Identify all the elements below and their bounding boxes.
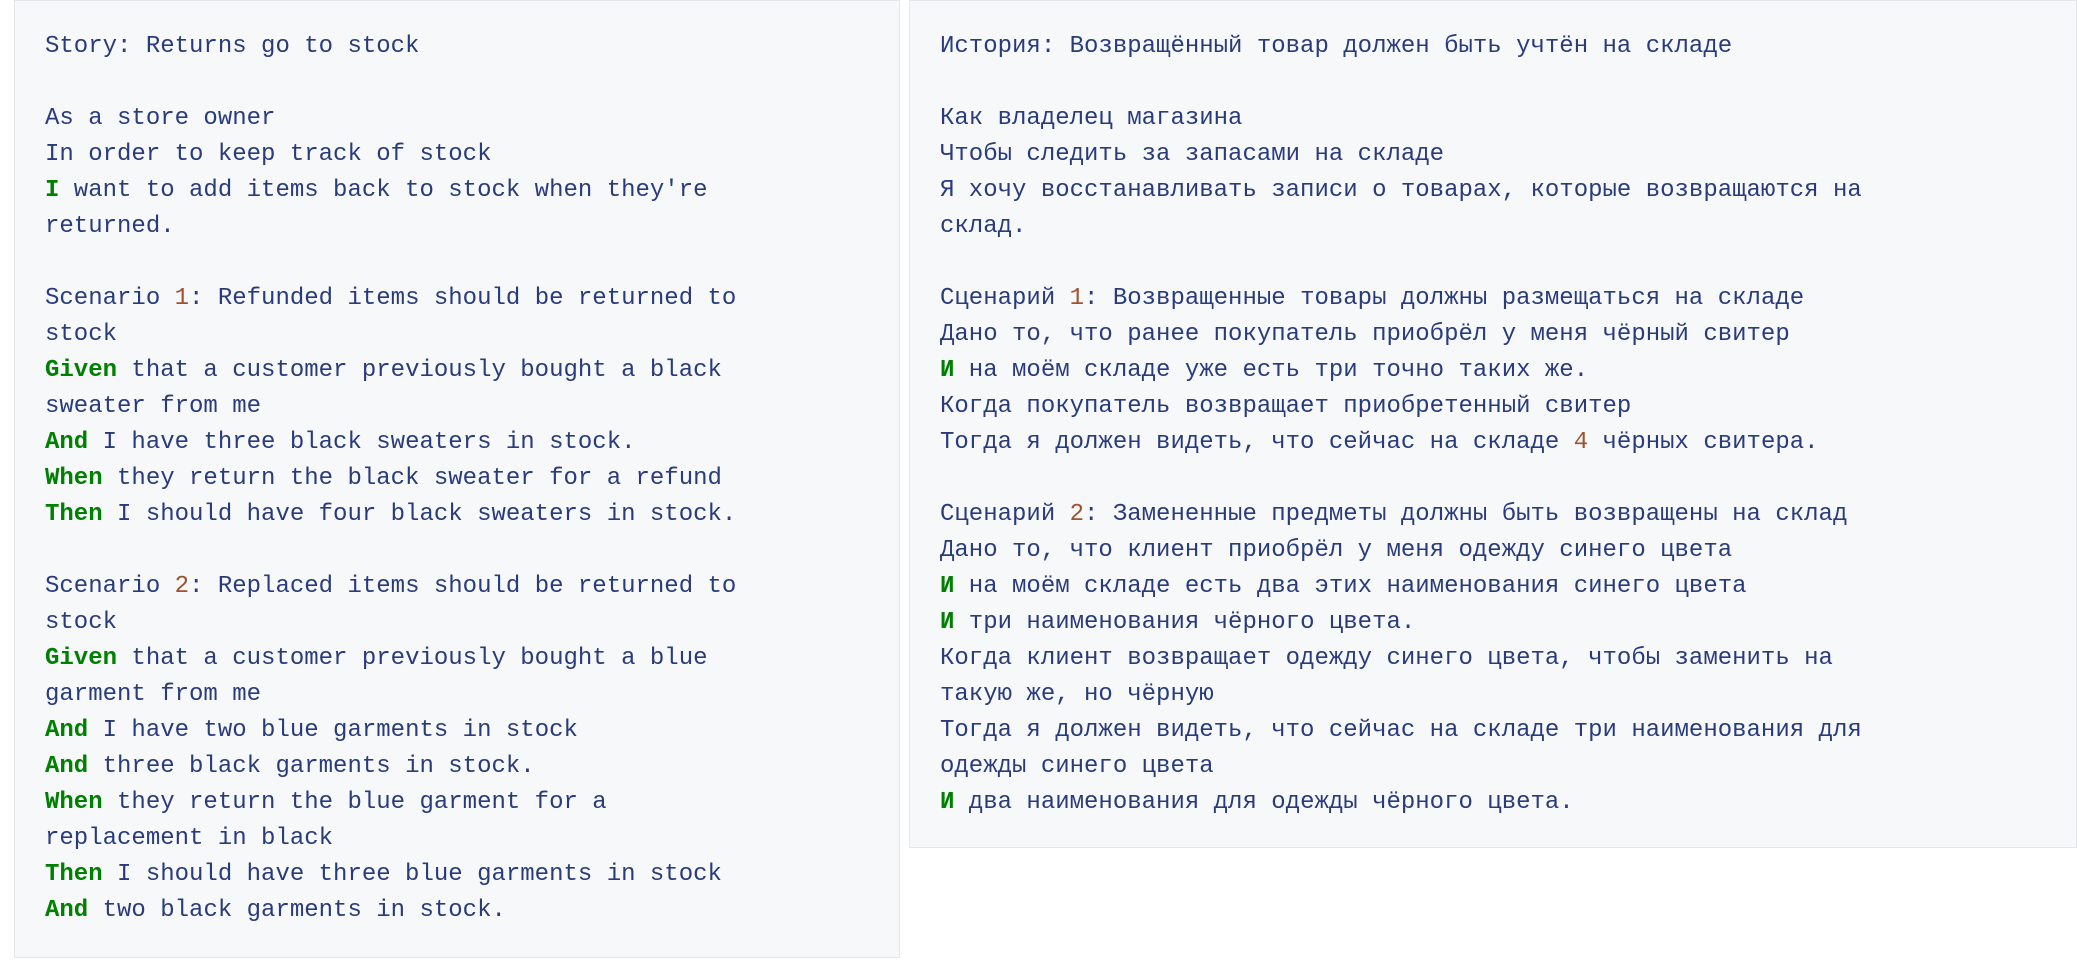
and-text: I have two blue garments in stock xyxy=(88,717,578,744)
scenario-title-text: : Replaced items should be returned to xyxy=(189,573,737,600)
when-text: they return the blue garment for a xyxy=(102,789,607,816)
scenario-2-then: Тогда я должен видеть, что сейчас на скл… xyxy=(940,717,1862,744)
scenario-2-and-3: And two black garments in stock. xyxy=(45,893,869,929)
and-keyword: И xyxy=(940,789,955,816)
scenario-1-when: When they return the black sweater for a… xyxy=(45,461,869,497)
scenario-1-title-continued: stock xyxy=(45,321,118,348)
and-text: I have three black sweaters in stock. xyxy=(88,429,636,456)
story-title: Story: Returns go to stock xyxy=(45,33,420,60)
and-text: на моём складе есть два этих наименовани… xyxy=(954,573,1747,600)
and-text: три наименования чёрного цвета. xyxy=(954,609,1416,636)
scenario-1-title: Сценарий 1: Возвращенные товары должны р… xyxy=(940,281,2046,317)
and-text: two black garments in stock. xyxy=(88,897,506,924)
scenario-prefix: Сценарий xyxy=(940,285,1070,312)
and-text: на моём складе уже есть три точно таких … xyxy=(954,357,1589,384)
scenario-1-given: Дано то, что ранее покупатель приобрёл у… xyxy=(940,321,1790,348)
scenario-2-then: Then I should have three blue garments i… xyxy=(45,857,869,893)
given-text: that a customer previously bought a blac… xyxy=(117,357,722,384)
and-keyword: И xyxy=(940,357,955,384)
scenario-2-when-continued: такую же, но чёрную xyxy=(940,681,1214,708)
scenario-prefix: Scenario xyxy=(45,285,175,312)
scenario-1-given: Given that a customer previously bought … xyxy=(45,353,869,389)
scenario-1-title: Scenario 1: Refunded items should be ret… xyxy=(45,281,869,317)
then-number: 4 xyxy=(1573,429,1589,456)
and-keyword: И xyxy=(940,609,955,636)
scenario-2-then-continued: одежды синего цвета xyxy=(940,753,1214,780)
scenario-1-and: And I have three black sweaters in stock… xyxy=(45,425,869,461)
scenario-1-then: Then I should have four black sweaters i… xyxy=(45,497,869,533)
want-line-continued: склад. xyxy=(940,213,1027,240)
then-keyword: Then xyxy=(45,501,103,528)
want-text: want to add items back to stock when the… xyxy=(59,177,708,204)
scenario-2-given: Дано то, что клиент приобрёл у меня одеж… xyxy=(940,537,1733,564)
and-keyword: И xyxy=(940,573,955,600)
in-order-to-line: In order to keep track of stock xyxy=(45,141,492,168)
and-text: два наименования для одежды чёрного цвет… xyxy=(954,789,1574,816)
want-line-continued: returned. xyxy=(45,213,175,240)
scenario-2-when: Когда клиент возвращает одежду синего цв… xyxy=(940,645,1833,672)
scenario-1-and: И на моём складе уже есть три точно таки… xyxy=(940,353,2046,389)
want-line: Я хочу восстанавливать записи о товарах,… xyxy=(940,177,1862,204)
scenario-2-when: When they return the blue garment for a xyxy=(45,785,869,821)
as-a-line: As a store owner xyxy=(45,105,276,132)
scenario-2-title-continued: stock xyxy=(45,609,118,636)
scenario-2-given: Given that a customer previously bought … xyxy=(45,641,869,677)
scenario-number: 2 xyxy=(174,573,190,600)
scenario-prefix: Scenario xyxy=(45,573,175,600)
then-text-end: чёрных свитера. xyxy=(1588,429,1819,456)
in-order-to-line: Чтобы следить за запасами на складе xyxy=(940,141,1445,168)
scenario-1-then: Тогда я должен видеть, что сейчас на скл… xyxy=(940,425,2046,461)
as-a-line: Как владелец магазина xyxy=(940,105,1243,132)
scenario-title-text: : Возвращенные товары должны размещаться… xyxy=(1084,285,1805,312)
scenario-2-and-3: И два наименования для одежды чёрного цв… xyxy=(940,785,2046,821)
russian-story-panel: История: Возвращённый товар должен быть … xyxy=(909,0,2077,848)
given-keyword: Given xyxy=(45,357,118,384)
then-keyword: Then xyxy=(45,861,103,888)
scenario-2-given-continued: garment from me xyxy=(45,681,262,708)
scenario-2-and-1: И на моём складе есть два этих наименова… xyxy=(940,569,2046,605)
when-text: they return the black sweater for a refu… xyxy=(102,465,722,492)
scenario-1-given-continued: sweater from me xyxy=(45,393,262,420)
and-keyword: And xyxy=(45,429,89,456)
scenario-number: 1 xyxy=(1069,285,1085,312)
scenario-2-and-1: And I have two blue garments in stock xyxy=(45,713,869,749)
scenario-number: 2 xyxy=(1069,501,1085,528)
then-text: Тогда я должен видеть, что сейчас на скл… xyxy=(940,429,1574,456)
then-text: I should have four black sweaters in sto… xyxy=(102,501,737,528)
scenario-title-text: : Замененные предметы должны быть возвра… xyxy=(1084,501,1848,528)
scenario-2-title: Сценарий 2: Замененные предметы должны б… xyxy=(940,497,2046,533)
want-line: I want to add items back to stock when t… xyxy=(45,173,869,209)
given-keyword: Given xyxy=(45,645,118,672)
scenario-1-when: Когда покупатель возвращает приобретенны… xyxy=(940,393,1632,420)
story-title: История: Возвращённый товар должен быть … xyxy=(940,33,1733,60)
when-keyword: When xyxy=(45,789,103,816)
when-keyword: When xyxy=(45,465,103,492)
scenario-prefix: Сценарий xyxy=(940,501,1070,528)
and-keyword: And xyxy=(45,753,89,780)
scenario-2-and-2: И три наименования чёрного цвета. xyxy=(940,605,2046,641)
and-text: three black garments in stock. xyxy=(88,753,535,780)
scenario-2-title: Scenario 2: Replaced items should be ret… xyxy=(45,569,869,605)
and-keyword: And xyxy=(45,717,89,744)
then-text: I should have three blue garments in sto… xyxy=(102,861,722,888)
english-story-panel: Story: Returns go to stock As a store ow… xyxy=(14,0,900,958)
scenario-number: 1 xyxy=(174,285,190,312)
scenario-2-and-2: And three black garments in stock. xyxy=(45,749,869,785)
and-keyword: And xyxy=(45,897,89,924)
i-keyword: I xyxy=(45,177,60,204)
scenario-2-when-continued: replacement in black xyxy=(45,825,334,852)
given-text: that a customer previously bought a blue xyxy=(117,645,708,672)
scenario-title-text: : Refunded items should be returned to xyxy=(189,285,737,312)
